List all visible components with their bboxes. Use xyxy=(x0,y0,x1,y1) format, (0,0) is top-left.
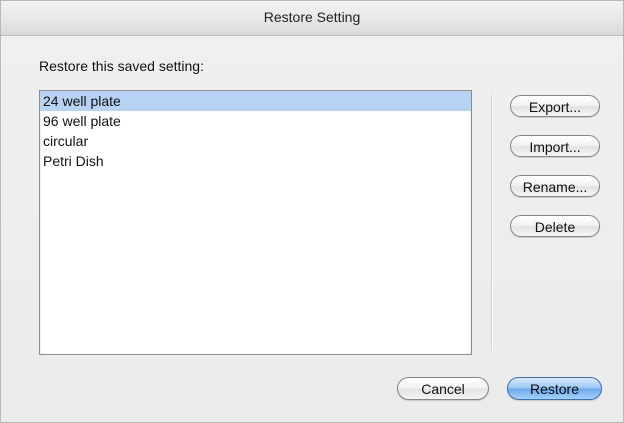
import-button[interactable]: Import... xyxy=(510,135,600,157)
saved-settings-list[interactable]: 24 well plate 96 well plate circular Pet… xyxy=(39,90,472,355)
delete-button[interactable]: Delete xyxy=(510,215,600,237)
rename-button[interactable]: Rename... xyxy=(510,175,600,197)
vertical-divider xyxy=(491,94,493,350)
restore-button[interactable]: Restore xyxy=(507,377,602,400)
cancel-button[interactable]: Cancel xyxy=(397,377,489,400)
list-item-96-well-plate[interactable]: 96 well plate xyxy=(40,111,471,131)
dialog-title: Restore Setting xyxy=(263,9,361,25)
list-item-petri-dish[interactable]: Petri Dish xyxy=(40,151,471,171)
prompt-label: Restore this saved setting: xyxy=(39,58,204,74)
export-button[interactable]: Export... xyxy=(510,95,600,117)
restore-setting-dialog: Restore Setting Restore this saved setti… xyxy=(0,0,624,423)
list-item-circular[interactable]: circular xyxy=(40,131,471,151)
title-bar[interactable]: Restore Setting xyxy=(1,1,623,36)
list-item-24-well-plate[interactable]: 24 well plate xyxy=(40,91,471,111)
